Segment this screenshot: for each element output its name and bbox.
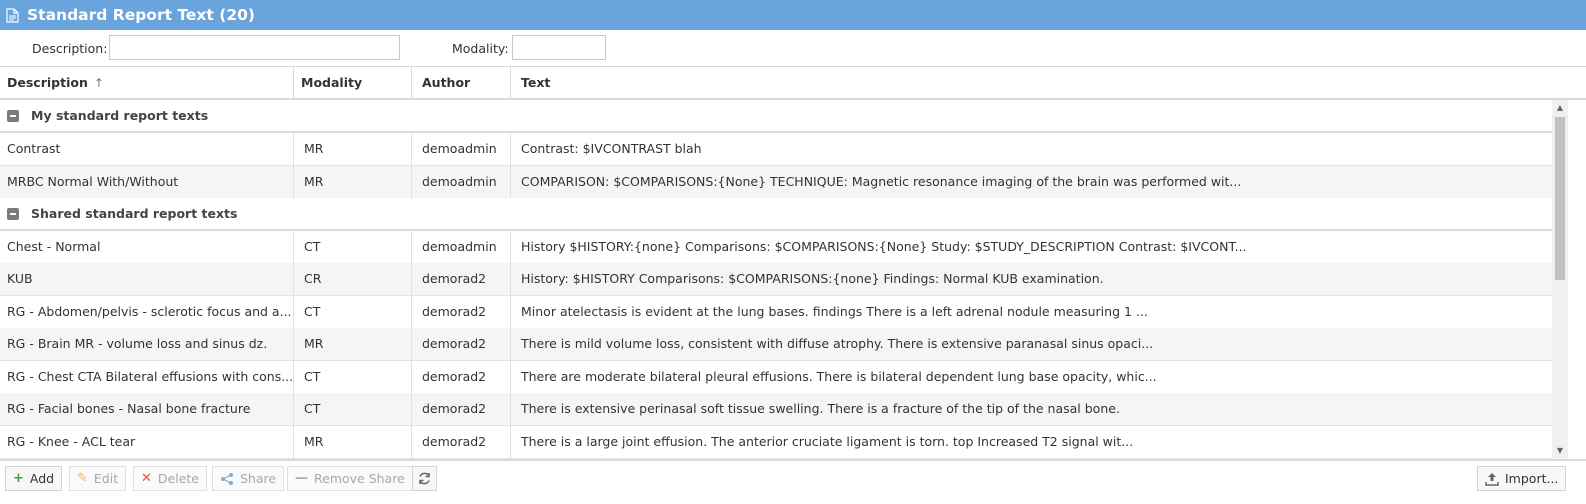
cell-author: demorad2 bbox=[412, 393, 511, 425]
add-button[interactable]: + Add bbox=[5, 466, 63, 491]
minus-icon: — bbox=[295, 471, 308, 486]
cell-modality: CT bbox=[294, 296, 412, 328]
refresh-icon bbox=[419, 472, 430, 485]
cell-description: MRBC Normal With/Without bbox=[0, 166, 294, 198]
page-title: Standard Report Text (20) bbox=[27, 6, 255, 24]
cell-text: Contrast: $IVCONTRAST blah bbox=[521, 141, 702, 156]
report-text-grid: My standard report texts Contrast MR dem… bbox=[0, 100, 1552, 459]
cell-text: History $HISTORY:{none} Comparisons: $CO… bbox=[521, 239, 1247, 254]
cell-text: There are moderate bilateral pleural eff… bbox=[521, 369, 1157, 384]
cell-text: History: $HISTORY Comparisons: $COMPARIS… bbox=[521, 271, 1104, 286]
cell-text: COMPARISON: $COMPARISONS:{None} TECHNIQU… bbox=[521, 174, 1242, 189]
share-icon bbox=[221, 472, 233, 485]
cell-modality: CT bbox=[294, 231, 412, 263]
table-row[interactable]: RG - Knee - ACL tear MR demorad2 There i… bbox=[0, 426, 1552, 459]
cell-description: RG - Facial bones - Nasal bone fracture bbox=[0, 393, 294, 425]
column-header-text[interactable]: Text bbox=[511, 67, 1586, 99]
cell-author: demoadmin bbox=[412, 231, 511, 263]
scroll-down-arrow-icon[interactable]: ▼ bbox=[1552, 443, 1568, 459]
cell-text: There is a large joint effusion. The ant… bbox=[521, 434, 1134, 449]
cell-modality: MR bbox=[294, 328, 412, 360]
group-label: Shared standard report texts bbox=[31, 206, 238, 221]
import-button-label: Import... bbox=[1505, 471, 1559, 486]
table-header: Description ↑ Modality Author Text bbox=[0, 66, 1586, 100]
group-header[interactable]: My standard report texts bbox=[0, 100, 1552, 133]
add-button-label: Add bbox=[29, 471, 55, 486]
import-button[interactable]: Import... bbox=[1477, 466, 1567, 491]
cell-text: There is extensive perinasal soft tissue… bbox=[521, 401, 1120, 416]
cell-modality: MR bbox=[294, 166, 412, 198]
column-header-description-label: Description bbox=[7, 75, 88, 90]
cell-modality: CT bbox=[294, 393, 412, 425]
collapse-icon[interactable] bbox=[7, 110, 19, 122]
cell-modality: MR bbox=[294, 133, 412, 165]
column-header-text-label: Text bbox=[521, 75, 551, 90]
remove-share-button-label: Remove Share bbox=[314, 471, 405, 486]
cell-author: demorad2 bbox=[412, 426, 511, 458]
delete-button[interactable]: ✕ Delete bbox=[133, 466, 207, 491]
modality-filter-label: Modality: bbox=[452, 41, 509, 56]
column-header-modality-label: Modality bbox=[301, 75, 363, 90]
table-row[interactable]: RG - Brain MR - volume loss and sinus dz… bbox=[0, 328, 1552, 361]
share-button-label: Share bbox=[240, 471, 277, 486]
cell-modality: MR bbox=[294, 426, 412, 458]
scrollbar-thumb[interactable] bbox=[1555, 117, 1565, 280]
cell-author: demorad2 bbox=[412, 263, 511, 295]
refresh-button[interactable] bbox=[412, 466, 437, 491]
table-row[interactable]: RG - Facial bones - Nasal bone fracture … bbox=[0, 393, 1552, 426]
group-header[interactable]: Shared standard report texts bbox=[0, 198, 1552, 231]
cell-author: demorad2 bbox=[412, 328, 511, 360]
cell-author: demorad2 bbox=[412, 361, 511, 393]
cell-author: demoadmin bbox=[412, 133, 511, 165]
description-filter-label: Description: bbox=[32, 41, 108, 56]
column-header-author[interactable]: Author bbox=[412, 67, 511, 99]
cell-description: Contrast bbox=[0, 133, 294, 165]
cell-description: RG - Brain MR - volume loss and sinus dz… bbox=[0, 328, 294, 360]
table-row[interactable]: Contrast MR demoadmin Contrast: $IVCONTR… bbox=[0, 133, 1552, 166]
table-row[interactable]: Chest - Normal CT demoadmin History $HIS… bbox=[0, 231, 1552, 264]
delete-button-label: Delete bbox=[157, 471, 199, 486]
bottom-toolbar: + Add ✎ Edit ✕ Delete Share — Remove Sha… bbox=[0, 459, 1586, 504]
modality-filter-input[interactable] bbox=[512, 35, 606, 60]
upload-icon bbox=[1485, 472, 1499, 486]
vertical-scrollbar[interactable]: ▲ ▼ bbox=[1552, 100, 1568, 459]
cell-description: RG - Knee - ACL tear bbox=[0, 426, 294, 458]
cell-author: demorad2 bbox=[412, 296, 511, 328]
table-row[interactable]: RG - Chest CTA Bilateral effusions with … bbox=[0, 361, 1552, 394]
edit-button[interactable]: ✎ Edit bbox=[69, 466, 127, 491]
scroll-up-arrow-icon[interactable]: ▲ bbox=[1552, 100, 1568, 116]
pencil-icon: ✎ bbox=[77, 471, 88, 486]
cell-modality: CR bbox=[294, 263, 412, 295]
cell-description: RG - Chest CTA Bilateral effusions with … bbox=[0, 361, 294, 393]
column-header-modality[interactable]: Modality bbox=[294, 67, 412, 99]
plus-icon: + bbox=[13, 471, 24, 486]
sort-ascending-icon: ↑ bbox=[93, 76, 104, 90]
column-header-description[interactable]: Description ↑ bbox=[0, 67, 294, 99]
filter-bar: Description: Modality: bbox=[0, 30, 1586, 66]
group-label: My standard report texts bbox=[31, 108, 209, 123]
share-button[interactable]: Share bbox=[212, 466, 285, 491]
column-header-author-label: Author bbox=[422, 75, 471, 90]
cell-text: Minor atelectasis is evident at the lung… bbox=[521, 304, 1148, 319]
cell-description: RG - Abdomen/pelvis - sclerotic focus an… bbox=[0, 296, 294, 328]
delete-x-icon: ✕ bbox=[141, 471, 152, 486]
cell-modality: CT bbox=[294, 361, 412, 393]
table-row[interactable]: RG - Abdomen/pelvis - sclerotic focus an… bbox=[0, 296, 1552, 329]
title-bar: Standard Report Text (20) bbox=[0, 0, 1586, 30]
edit-button-label: Edit bbox=[93, 471, 119, 486]
cell-author: demoadmin bbox=[412, 166, 511, 198]
table-row[interactable]: KUB CR demorad2 History: $HISTORY Compar… bbox=[0, 263, 1552, 296]
cell-description: Chest - Normal bbox=[0, 231, 294, 263]
collapse-icon[interactable] bbox=[7, 208, 19, 220]
remove-share-button[interactable]: — Remove Share bbox=[287, 466, 413, 491]
cell-description: KUB bbox=[0, 263, 294, 295]
cell-text: There is mild volume loss, consistent wi… bbox=[521, 336, 1154, 351]
description-filter-input[interactable] bbox=[109, 35, 400, 60]
table-row[interactable]: MRBC Normal With/Without MR demoadmin CO… bbox=[0, 166, 1552, 199]
document-icon bbox=[6, 7, 19, 23]
